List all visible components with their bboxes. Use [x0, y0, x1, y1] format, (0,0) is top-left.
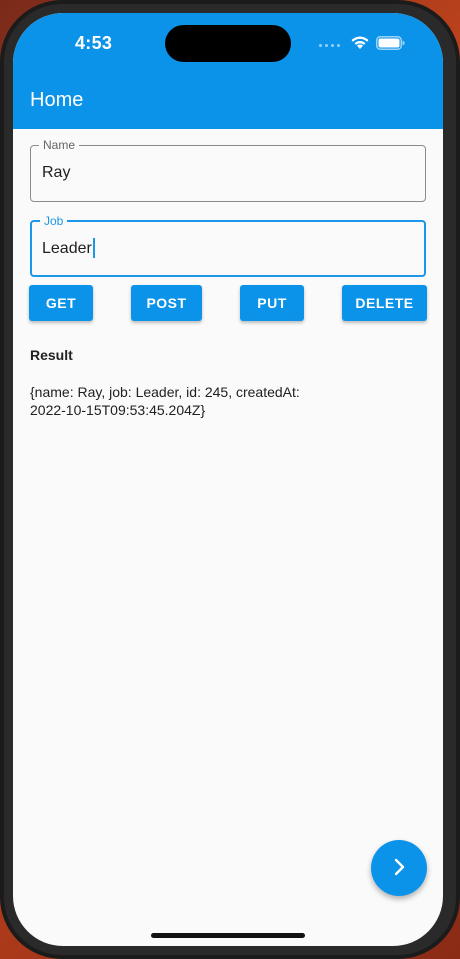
status-time: 4:53 [75, 33, 113, 53]
app-bar: 4:53 Home [13, 13, 443, 129]
put-button[interactable]: PUT [240, 285, 304, 321]
name-field-label: Name [39, 138, 80, 152]
next-fab-button[interactable] [371, 840, 427, 896]
text-cursor [92, 238, 95, 258]
result-title: Result [30, 347, 73, 363]
status-icons [319, 35, 405, 55]
job-field[interactable]: Job Leader [30, 214, 426, 277]
page-title: Home [30, 89, 84, 111]
name-input[interactable]: Ray [42, 164, 412, 182]
job-input[interactable]: Leader [42, 238, 412, 259]
job-input-text: Leader [42, 240, 92, 258]
get-button[interactable]: GET [29, 285, 93, 321]
result-line-1: {name: Ray, job: Leader, id: 245, create… [30, 384, 300, 400]
delete-button[interactable]: DELETE [342, 285, 427, 321]
post-button[interactable]: POST [131, 285, 202, 321]
battery-icon [376, 35, 405, 55]
app-screen: 4:53 Home Name Ray Job Leader GET POST P… [13, 13, 443, 946]
result-line-2: 2022-10-15T09:53:45.204Z} [30, 402, 206, 418]
job-field-label: Job [40, 214, 68, 228]
dynamic-island [165, 25, 291, 62]
home-indicator[interactable] [151, 933, 305, 938]
chevron-right-icon [388, 856, 410, 881]
wifi-icon [350, 35, 370, 55]
result-text: {name: Ray, job: Leader, id: 245, create… [30, 383, 430, 419]
cellular-signal-icon [319, 43, 340, 47]
name-field[interactable]: Name Ray [30, 138, 426, 202]
